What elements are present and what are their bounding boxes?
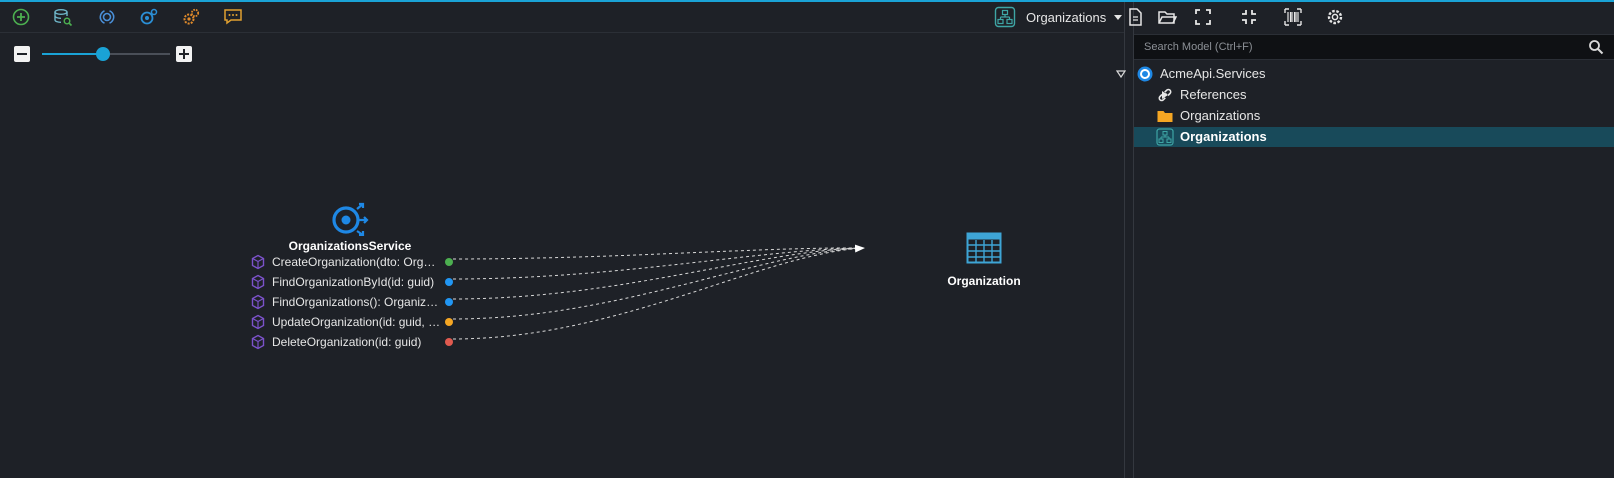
association-lines: [452, 244, 865, 340]
open-folder-button[interactable]: [1156, 6, 1178, 28]
operation-cube-icon: [251, 314, 265, 330]
service-operation[interactable]: UpdateOrganization(id: guid, dto): [250, 312, 455, 332]
operation-connector-dot[interactable]: [445, 318, 453, 326]
association-line[interactable]: [452, 244, 865, 340]
diagram-hierarchy-icon: [1156, 128, 1174, 146]
barcode-button[interactable]: [1282, 6, 1304, 28]
app-window: Organizations OrganizationsService Creat…: [0, 0, 1614, 478]
search-input[interactable]: [1134, 35, 1574, 59]
service-operation[interactable]: FindOrganizationById(id: guid): [250, 272, 455, 292]
folder-icon: [1157, 111, 1173, 122]
service-operation[interactable]: DeleteOrganization(id: guid): [250, 332, 455, 352]
entity-table-icon[interactable]: [966, 232, 1002, 264]
operation-connector-dot[interactable]: [445, 338, 453, 346]
model-explorer: AcmeApi.Services References Organizations O…: [1116, 2, 1614, 478]
tree-item-label: AcmeApi.Services: [1160, 66, 1266, 81]
model-search: [1134, 34, 1614, 60]
new-file-button[interactable]: [1124, 6, 1146, 28]
diagram-designer: Organizations OrganizationsService Creat…: [0, 2, 1124, 478]
collapse-icon: [1242, 10, 1256, 24]
folder-open-icon: [1158, 11, 1177, 24]
operation-cube-icon: [251, 274, 265, 290]
expand-icon: [1195, 9, 1211, 25]
tree-item[interactable]: AcmeApi.Services: [1116, 64, 1614, 84]
explorer-toolbar: [1129, 2, 1614, 32]
package-icon: [1137, 66, 1153, 82]
operation-connector-dot[interactable]: [445, 298, 453, 306]
operation-cube-icon: [251, 334, 265, 350]
service-operation[interactable]: FindOrganizations(): Organization[]: [250, 292, 455, 312]
service-operation[interactable]: CreateOrganization(dto: OrganizationCrea…: [250, 252, 455, 272]
service-operation-label: FindOrganizationById(id: guid): [272, 275, 435, 289]
file-icon: [1129, 8, 1142, 26]
gear-icon: [1327, 9, 1343, 25]
tree-item[interactable]: Organizations: [1134, 127, 1614, 147]
service-operation-label: UpdateOrganization(id: guid, dto): [272, 315, 442, 329]
search-icon[interactable]: [1588, 39, 1604, 55]
association-line[interactable]: [452, 247, 865, 260]
service-icon[interactable]: [330, 202, 370, 236]
service-operation-label: FindOrganizations(): Organization[]: [272, 295, 442, 309]
operation-connector-dot[interactable]: [445, 278, 453, 286]
operation-cube-icon: [251, 254, 265, 270]
tree-expanded-icon[interactable]: [1116, 69, 1126, 79]
service-operation-label: CreateOrganization(dto: OrganizationCrea…: [272, 255, 442, 269]
barcode-icon: [1284, 8, 1302, 26]
tree-item[interactable]: Organizations: [1134, 106, 1614, 126]
tree-item-label: References: [1180, 87, 1247, 102]
service-operation-label: DeleteOrganization(id: guid): [272, 335, 422, 349]
expand-all-button[interactable]: [1192, 6, 1214, 28]
collapse-all-button[interactable]: [1238, 6, 1260, 28]
link-icon: [1158, 88, 1172, 102]
settings-button[interactable]: [1324, 6, 1346, 28]
service-title[interactable]: OrganizationsService: [250, 239, 450, 253]
operation-cube-icon: [251, 294, 265, 310]
entity-title[interactable]: Organization: [900, 274, 1068, 288]
operation-connector-dot[interactable]: [445, 258, 453, 266]
tree-item-label: Organizations: [1180, 129, 1267, 144]
tree-item[interactable]: References: [1134, 85, 1614, 105]
association-line[interactable]: [452, 247, 865, 280]
tree-item-label: Organizations: [1180, 108, 1261, 123]
diagram-canvas[interactable]: OrganizationsService CreateOrganization(…: [0, 2, 1124, 478]
